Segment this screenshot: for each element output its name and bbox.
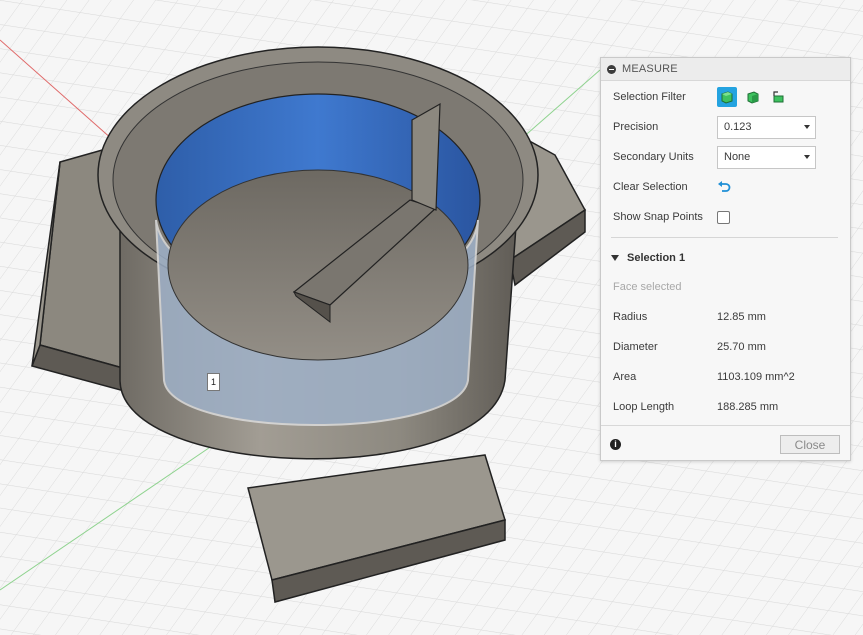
secondary-units-label: Secondary Units — [613, 151, 694, 163]
loop-length-row: Loop Length 188.285 mm — [613, 394, 840, 420]
panel-footer: i Close — [601, 425, 850, 460]
area-value: 1103.109 mm^2 — [717, 371, 795, 383]
measure-panel: MEASURE Selection Filter Precision 0.123… — [600, 57, 851, 461]
radius-label: Radius — [613, 311, 648, 323]
loop-length-label: Loop Length — [613, 401, 675, 413]
show-snap-points-checkbox[interactable] — [717, 210, 730, 224]
area-row: Area 1103.109 mm^2 — [613, 364, 840, 390]
precision-row: Precision 0.123 — [613, 114, 840, 140]
chevron-down-icon — [804, 124, 810, 129]
secondary-units-row: Secondary Units None — [613, 144, 840, 170]
body-filter-icon[interactable] — [717, 87, 737, 107]
panel-title: MEASURE — [622, 63, 678, 75]
selection-status: Face selected — [613, 281, 682, 293]
selection-filter-row: Selection Filter — [613, 84, 840, 110]
expand-triangle-icon[interactable] — [611, 255, 619, 261]
show-snap-points-row: Show Snap Points — [613, 204, 840, 230]
selection-filter-label: Selection Filter — [613, 91, 686, 103]
diameter-label: Diameter — [613, 341, 658, 353]
radius-value: 12.85 mm — [717, 311, 766, 323]
secondary-units-select[interactable]: None — [717, 145, 816, 169]
face-filter-icon[interactable] — [743, 87, 763, 107]
info-icon[interactable]: i — [610, 439, 621, 450]
selection-header[interactable]: Selection 1 — [611, 248, 685, 268]
diameter-value: 25.70 mm — [717, 341, 766, 353]
close-button[interactable]: Close — [780, 435, 840, 454]
loop-length-value: 188.285 mm — [717, 401, 779, 413]
clear-selection-row: Clear Selection — [613, 174, 840, 200]
undo-icon[interactable] — [717, 181, 731, 193]
precision-label: Precision — [613, 121, 659, 133]
selection-status-row: Face selected — [613, 274, 840, 300]
chevron-down-icon — [804, 154, 810, 159]
collapse-icon[interactable] — [607, 64, 616, 74]
show-snap-points-label: Show Snap Points — [613, 211, 703, 223]
selection-marker[interactable]: 1 — [207, 373, 220, 391]
divider — [611, 237, 838, 238]
clear-selection-label: Clear Selection — [613, 181, 688, 193]
edge-filter-icon[interactable] — [769, 87, 789, 107]
precision-select[interactable]: 0.123 — [717, 115, 816, 139]
radius-row: Radius 12.85 mm — [613, 304, 840, 330]
area-label: Area — [613, 371, 637, 383]
diameter-row: Diameter 25.70 mm — [613, 334, 840, 360]
panel-header[interactable]: MEASURE — [601, 58, 850, 81]
